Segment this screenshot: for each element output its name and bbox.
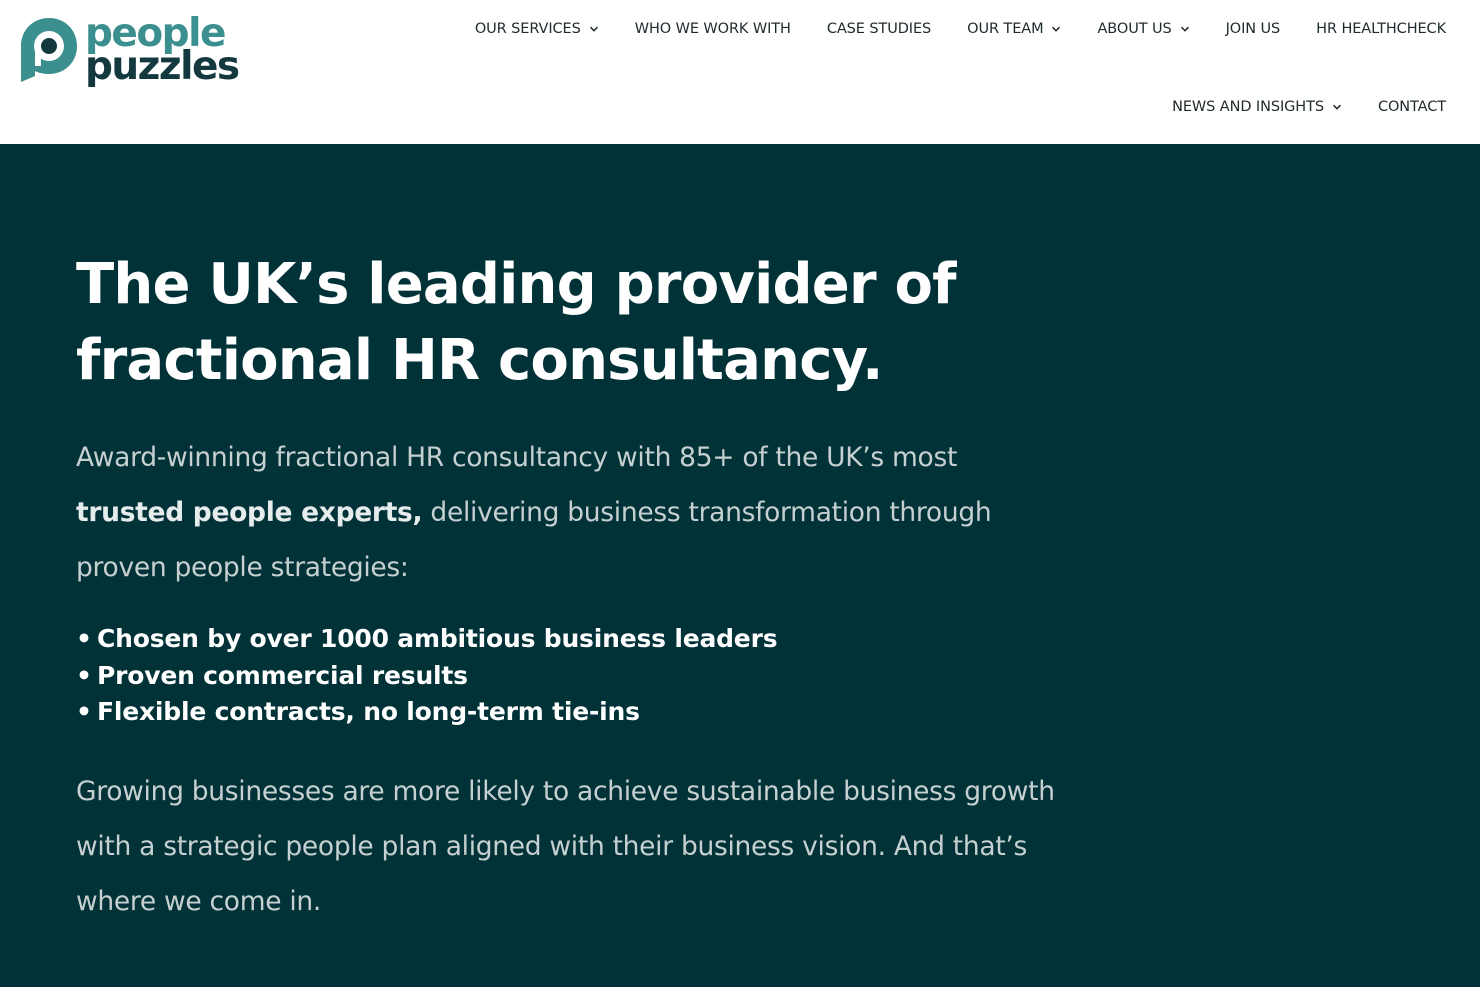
chevron-down-icon: [1052, 26, 1061, 32]
list-item: • Chosen by over 1000 ambitious business …: [76, 621, 778, 658]
nav-label: OUR SERVICES: [474, 21, 581, 37]
hero-bullet-list: • Chosen by over 1000 ambitious business …: [76, 621, 778, 731]
bullet-text: Chosen by over 1000 ambitious business l…: [97, 624, 778, 653]
chevron-down-icon: [1332, 104, 1341, 110]
nav-hr-healthcheck[interactable]: HR HEALTHCHECK: [1316, 21, 1446, 37]
nav-label: CONTACT: [1377, 99, 1446, 115]
nav-label: WHO WE WORK WITH: [634, 21, 791, 37]
bullet-text: Proven commercial results: [97, 660, 468, 690]
nav-label: JOIN US: [1225, 21, 1281, 37]
nav-about-us[interactable]: ABOUT US: [1097, 21, 1189, 37]
nav-label: CASE STUDIES: [826, 21, 932, 37]
bullet-icon: •: [76, 624, 92, 653]
nav-join-us[interactable]: JOIN US: [1226, 21, 1281, 37]
logo-word-puzzles: puzzles: [85, 44, 240, 89]
bullet-icon: •: [76, 660, 92, 690]
secondary-nav: NEWS AND INSIGHTS CONTACT: [1172, 99, 1446, 115]
nav-our-team[interactable]: OUR TEAM: [967, 21, 1061, 37]
nav-news-and-insights[interactable]: NEWS AND INSIGHTS: [1172, 99, 1342, 115]
bullet-text: Flexible contracts, no long-term tie-ins: [97, 697, 640, 726]
hero-intro-highlight: trusted people experts,: [76, 497, 423, 528]
nav-case-studies[interactable]: CASE STUDIES: [827, 21, 931, 37]
nav-contact[interactable]: CONTACT: [1378, 99, 1446, 115]
hero-outro: Growing businesses are more likely to ac…: [76, 776, 1055, 917]
list-item: • Flexible contracts, no long-term tie-in…: [76, 694, 777, 731]
nav-label: ABOUT US: [1097, 21, 1172, 37]
hero-heading: The UK’s leading provider of fractional …: [76, 247, 1056, 399]
chevron-down-icon: [1180, 26, 1189, 32]
list-item: • Proven commercial results: [76, 658, 777, 695]
puzzle-p-logo-icon: [21, 18, 77, 82]
nav-who-we-work-with[interactable]: WHO WE WORK WITH: [635, 21, 791, 37]
hero-section: The UK’s leading provider of fractional …: [0, 144, 1480, 987]
primary-nav: OUR SERVICES WHO WE WORK WITH CASE STUDI…: [475, 21, 1446, 37]
logo[interactable]: people puzzles: [18, 10, 248, 90]
nav-label: NEWS AND INSIGHTS: [1172, 99, 1324, 115]
site-header: people puzzles OUR SERVICES WHO WE WORK …: [0, 0, 1480, 144]
nav-label: HR HEALTHCHECK: [1316, 21, 1446, 37]
chevron-down-icon: [589, 26, 598, 32]
hero-heading-line-1: The UK’s leading provider of: [76, 252, 957, 317]
nav-our-services[interactable]: OUR SERVICES: [475, 21, 599, 37]
logo-wordmark: people puzzles: [85, 14, 240, 89]
hero-heading-line-2: fractional HR consultancy.: [76, 328, 883, 393]
nav-label: OUR TEAM: [967, 21, 1044, 37]
hero-intro: Award-winning fractional HR consultancy …: [76, 430, 1036, 595]
bullet-icon: •: [76, 697, 92, 726]
hero-intro-text: Award-winning fractional HR consultancy …: [76, 442, 958, 473]
